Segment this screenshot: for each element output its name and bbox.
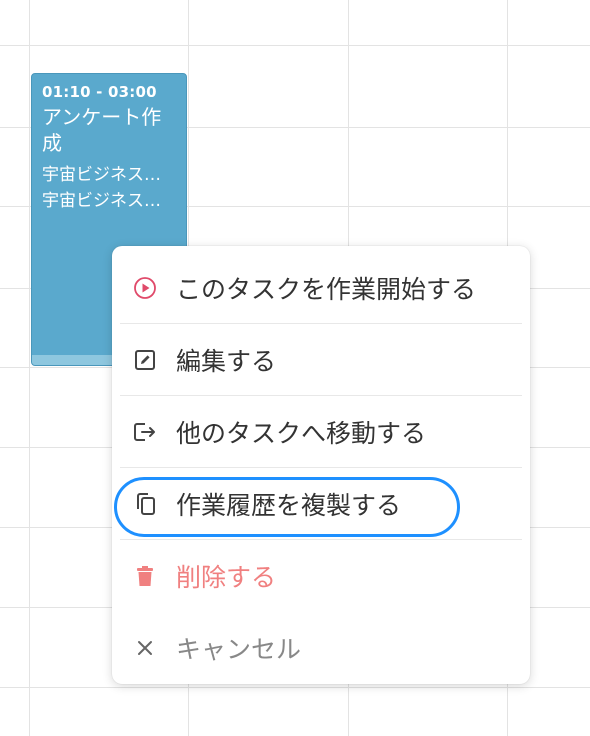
menu-item-move-task[interactable]: 他のタスクへ移動する [112, 396, 530, 468]
task-client: 宇宙ビジネス… [42, 191, 161, 211]
copy-icon [132, 491, 158, 517]
menu-item-label: 作業履歴を複製する [176, 491, 402, 520]
grid-row-line [0, 687, 590, 688]
menu-item-label: キャンセル [176, 635, 302, 664]
edit-icon [132, 347, 158, 373]
menu-item-cancel[interactable]: キャンセル [112, 612, 530, 684]
menu-item-label: 他のタスクへ移動する [176, 419, 427, 448]
trash-icon [132, 563, 158, 589]
task-time: 01:10 - 03:00 [42, 83, 157, 101]
task-title: アンケート作成 [42, 105, 162, 155]
menu-item-duplicate-history[interactable]: 作業履歴を複製する [112, 468, 530, 540]
move-out-icon [132, 419, 158, 445]
menu-item-delete[interactable]: 削除する [112, 540, 530, 612]
menu-item-start-task[interactable]: このタスクを作業開始する [112, 252, 530, 324]
play-circle-icon [132, 275, 158, 301]
menu-item-label: 削除する [176, 563, 277, 592]
menu-item-label: このタスクを作業開始する [176, 275, 477, 304]
close-icon [132, 635, 158, 661]
grid-column-line [29, 0, 30, 736]
menu-item-label: 編集する [176, 347, 277, 376]
menu-item-edit[interactable]: 編集する [112, 324, 530, 396]
grid-row-line [0, 45, 590, 46]
task-project: 宇宙ビジネス… [42, 165, 161, 185]
task-context-menu: このタスクを作業開始する 編集する 他のタスクへ移動する 作業履歴を複製する 削… [112, 246, 530, 684]
